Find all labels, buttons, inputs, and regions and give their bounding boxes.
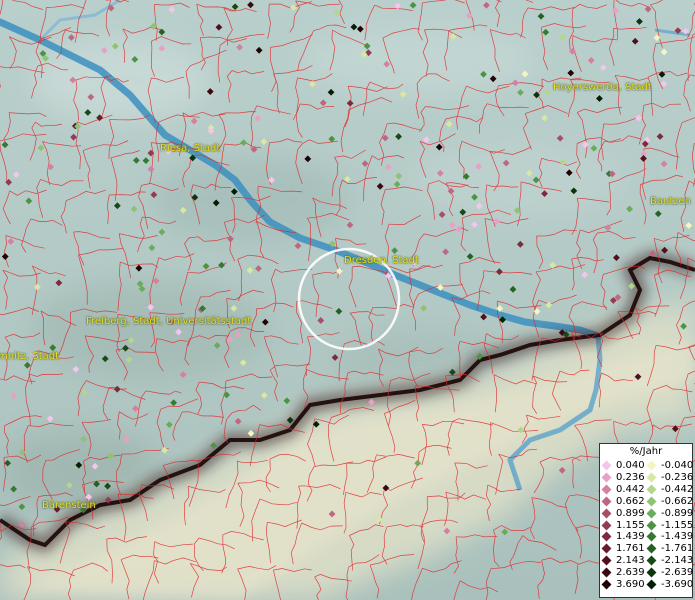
legend-value: -0.899 bbox=[661, 507, 694, 519]
legend-swatch bbox=[601, 508, 612, 519]
legend-swatch bbox=[601, 543, 612, 554]
legend-swatch bbox=[601, 496, 612, 507]
legend-row-positive: 0.662 bbox=[601, 495, 648, 507]
legend-row-negative: -1.439 bbox=[646, 531, 694, 543]
legend-row-positive: 2.143 bbox=[601, 555, 648, 567]
legend-value: 0.442 bbox=[616, 483, 645, 495]
legend-row-positive: 0.236 bbox=[601, 471, 648, 483]
legend-value: -0.442 bbox=[661, 483, 694, 495]
legend-swatch bbox=[601, 484, 612, 495]
legend-value: 0.236 bbox=[616, 471, 645, 483]
legend-row-positive: 1.439 bbox=[601, 531, 648, 543]
legend-row-negative: -1.761 bbox=[646, 543, 694, 555]
legend-value: 2.143 bbox=[616, 555, 645, 567]
legend-value: -1.155 bbox=[661, 519, 694, 531]
legend-swatch bbox=[646, 579, 657, 590]
legend-value: 3.690 bbox=[616, 579, 645, 590]
legend-row-positive: 0.442 bbox=[601, 483, 648, 495]
legend-swatch bbox=[646, 508, 657, 519]
legend-row-negative: -0.040 bbox=[646, 460, 694, 471]
legend-row-positive: 2.639 bbox=[601, 567, 648, 579]
legend-value: 0.662 bbox=[616, 495, 645, 507]
legend-row-positive: 1.761 bbox=[601, 543, 648, 555]
legend-value: -2.639 bbox=[661, 567, 694, 579]
place-label-baerenstein: Bärenstein bbox=[42, 500, 96, 511]
place-label-bautzen: Bautzen bbox=[650, 196, 691, 207]
legend-swatch bbox=[601, 472, 612, 483]
place-label-riesa: Riesa, Stadt bbox=[160, 143, 221, 154]
legend-value: 0.040 bbox=[616, 460, 645, 471]
place-label-hoyerswerda: Hoyerswerda, Stadt bbox=[553, 82, 652, 93]
legend-swatch bbox=[646, 531, 657, 542]
legend-title: %/Jahr bbox=[629, 446, 663, 457]
legend-row-negative: -2.143 bbox=[646, 555, 694, 567]
legend-row-positive: 1.155 bbox=[601, 519, 648, 531]
legend-row-negative: -0.442 bbox=[646, 483, 694, 495]
legend-swatch bbox=[601, 520, 612, 530]
place-label-freiberg: Freiberg, Stadt, Universitätsstadt bbox=[86, 316, 252, 327]
legend-row-positive: 0.040 bbox=[601, 460, 648, 471]
place-label-chemnitz: mnitz, Stadt bbox=[0, 351, 60, 362]
legend-value: -2.143 bbox=[661, 555, 694, 567]
legend-swatch bbox=[646, 555, 657, 566]
legend-value: 1.761 bbox=[616, 543, 645, 555]
legend-row-positive: 3.690 bbox=[601, 579, 648, 590]
legend-value: -1.439 bbox=[661, 531, 694, 543]
legend-value: 0.899 bbox=[616, 507, 645, 519]
legend-swatch bbox=[601, 555, 612, 566]
legend-value: -0.040 bbox=[661, 460, 694, 471]
legend-swatch bbox=[646, 496, 657, 507]
legend-swatch bbox=[601, 579, 612, 590]
legend-swatch bbox=[646, 472, 657, 483]
legend-swatch bbox=[646, 460, 657, 471]
legend-swatch bbox=[601, 460, 612, 471]
legend-swatch bbox=[646, 520, 657, 530]
legend-row-negative: -3.690 bbox=[646, 579, 694, 590]
legend-row-negative: -0.662 bbox=[646, 495, 694, 507]
legend-value: 1.155 bbox=[616, 519, 645, 531]
legend-swatch bbox=[601, 531, 612, 542]
legend-swatch bbox=[646, 567, 657, 578]
legend-value: -3.690 bbox=[661, 579, 694, 590]
legend-swatch bbox=[646, 484, 657, 495]
legend-row-negative: -1.155 bbox=[646, 519, 694, 531]
legend-value: 1.439 bbox=[616, 531, 645, 543]
legend-value: -1.761 bbox=[661, 543, 694, 555]
legend-value: -0.236 bbox=[661, 471, 694, 483]
legend-row-positive: 0.899 bbox=[601, 507, 648, 519]
legend-row-negative: -2.639 bbox=[646, 567, 694, 579]
legend-value: -0.662 bbox=[661, 495, 694, 507]
legend-value: 2.639 bbox=[616, 567, 645, 579]
legend-swatch bbox=[646, 543, 657, 554]
legend-swatch bbox=[601, 567, 612, 578]
place-label-dresden: Dresden, Stadt bbox=[344, 255, 419, 266]
legend-row-negative: -0.236 bbox=[646, 471, 694, 483]
legend-row-negative: -0.899 bbox=[646, 507, 694, 519]
legend: %/Jahr 0.040 -0.040 0.236 -0.236 0.442 -0.442… bbox=[599, 443, 693, 598]
